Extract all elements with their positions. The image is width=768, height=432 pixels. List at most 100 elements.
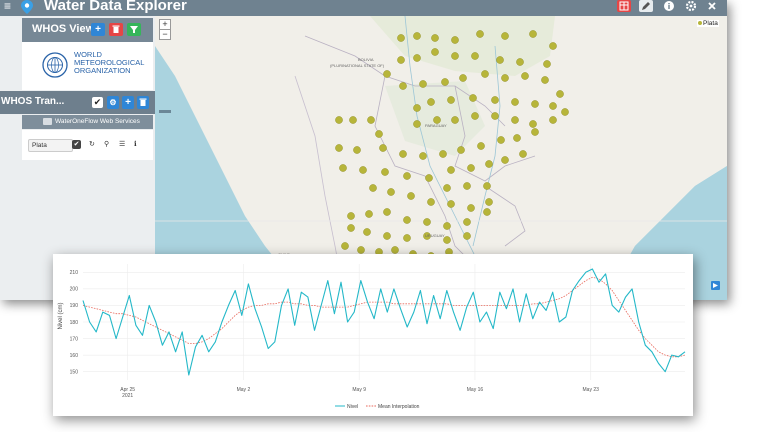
station-marker[interactable] xyxy=(471,112,479,120)
station-marker[interactable] xyxy=(447,96,455,104)
station-marker[interactable] xyxy=(363,228,371,236)
menu-icon[interactable]: ≡ xyxy=(4,0,11,13)
station-marker[interactable] xyxy=(549,102,557,110)
zoom-out-button[interactable]: − xyxy=(159,29,171,40)
station-marker[interactable] xyxy=(381,168,389,176)
station-marker[interactable] xyxy=(541,76,549,84)
station-marker[interactable] xyxy=(423,218,431,226)
station-marker[interactable] xyxy=(347,224,355,232)
station-marker[interactable] xyxy=(501,32,509,40)
station-marker[interactable] xyxy=(431,34,439,42)
station-marker[interactable] xyxy=(467,164,475,172)
station-marker[interactable] xyxy=(549,116,557,124)
station-marker[interactable] xyxy=(463,218,471,226)
close-button[interactable] xyxy=(705,0,719,12)
station-marker[interactable] xyxy=(383,70,391,78)
refresh-icon[interactable]: ↻ xyxy=(89,140,95,148)
station-marker[interactable] xyxy=(391,246,399,254)
station-marker[interactable] xyxy=(529,120,537,128)
station-marker[interactable] xyxy=(519,150,527,158)
catalog-name[interactable]: Plata xyxy=(28,139,73,152)
station-marker[interactable] xyxy=(403,234,411,242)
station-marker[interactable] xyxy=(403,216,411,224)
settings-button[interactable] xyxy=(684,0,698,12)
station-marker[interactable] xyxy=(511,116,519,124)
station-marker[interactable] xyxy=(357,246,365,254)
station-marker[interactable] xyxy=(419,80,427,88)
station-marker[interactable] xyxy=(491,96,499,104)
add-catalog-button[interactable]: + xyxy=(122,96,134,109)
delete-view-button[interactable] xyxy=(109,23,123,36)
station-marker[interactable] xyxy=(457,146,465,154)
add-view-button[interactable]: + xyxy=(91,23,105,36)
info-icon[interactable]: ℹ xyxy=(134,140,137,148)
station-marker[interactable] xyxy=(483,208,491,216)
station-marker[interactable] xyxy=(427,98,435,106)
edit-button[interactable] xyxy=(639,0,653,12)
station-marker[interactable] xyxy=(425,174,433,182)
station-marker[interactable] xyxy=(485,160,493,168)
station-marker[interactable] xyxy=(365,210,373,218)
catalog-visible-checkbox[interactable]: ✔ xyxy=(72,140,81,149)
info-button[interactable] xyxy=(662,0,676,12)
station-marker[interactable] xyxy=(443,184,451,192)
station-marker[interactable] xyxy=(501,74,509,82)
station-marker[interactable] xyxy=(469,94,477,102)
station-marker[interactable] xyxy=(561,108,569,116)
station-marker[interactable] xyxy=(399,150,407,158)
location-icon[interactable]: ⚲ xyxy=(104,140,109,148)
station-marker[interactable] xyxy=(387,188,395,196)
station-marker[interactable] xyxy=(403,172,411,180)
station-marker[interactable] xyxy=(399,82,407,90)
station-marker[interactable] xyxy=(413,120,421,128)
list-icon[interactable]: ☰ xyxy=(119,140,125,148)
station-marker[interactable] xyxy=(335,144,343,152)
station-marker[interactable] xyxy=(447,166,455,174)
station-marker[interactable] xyxy=(367,116,375,124)
station-marker[interactable] xyxy=(379,144,387,152)
station-marker[interactable] xyxy=(467,204,475,212)
fullscreen-button[interactable] xyxy=(711,281,720,290)
station-marker[interactable] xyxy=(501,156,509,164)
station-marker[interactable] xyxy=(497,136,505,144)
station-marker[interactable] xyxy=(529,30,537,38)
station-marker[interactable] xyxy=(463,182,471,190)
station-marker[interactable] xyxy=(407,192,415,200)
station-marker[interactable] xyxy=(383,232,391,240)
station-marker[interactable] xyxy=(477,142,485,150)
map-handle[interactable] xyxy=(159,110,171,113)
station-marker[interactable] xyxy=(431,48,439,56)
station-marker[interactable] xyxy=(521,72,529,80)
station-marker[interactable] xyxy=(369,184,377,192)
station-marker[interactable] xyxy=(413,54,421,62)
station-marker[interactable] xyxy=(413,32,421,40)
station-marker[interactable] xyxy=(513,134,521,142)
group-visible-checkbox[interactable]: ✔ xyxy=(92,97,103,108)
station-marker[interactable] xyxy=(353,146,361,154)
station-marker[interactable] xyxy=(496,56,504,64)
station-marker[interactable] xyxy=(443,222,451,230)
station-marker[interactable] xyxy=(471,52,479,60)
station-marker[interactable] xyxy=(447,200,455,208)
filter-button[interactable] xyxy=(127,23,141,36)
station-marker[interactable] xyxy=(419,152,427,160)
station-marker[interactable] xyxy=(335,116,343,124)
station-marker[interactable] xyxy=(441,78,449,86)
layer-legend[interactable]: Plata xyxy=(697,20,719,27)
station-marker[interactable] xyxy=(427,198,435,206)
station-marker[interactable] xyxy=(481,70,489,78)
station-marker[interactable] xyxy=(483,182,491,190)
station-marker[interactable] xyxy=(339,164,347,172)
station-marker[interactable] xyxy=(491,112,499,120)
group-settings-button[interactable]: ⚙ xyxy=(107,96,119,109)
station-marker[interactable] xyxy=(413,104,421,112)
station-marker[interactable] xyxy=(516,58,524,66)
station-marker[interactable] xyxy=(485,198,493,206)
station-marker[interactable] xyxy=(531,128,539,136)
station-marker[interactable] xyxy=(439,150,447,158)
station-marker[interactable] xyxy=(459,74,467,82)
station-marker[interactable] xyxy=(463,232,471,240)
station-marker[interactable] xyxy=(543,60,551,68)
table-button[interactable] xyxy=(617,0,631,12)
station-marker[interactable] xyxy=(397,56,405,64)
